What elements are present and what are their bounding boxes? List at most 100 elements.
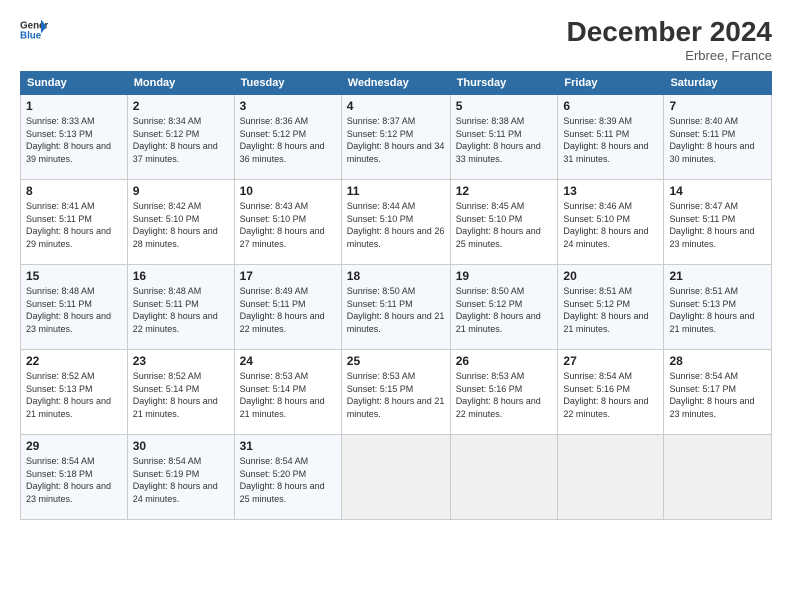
table-row: 9 Sunrise: 8:42 AMSunset: 5:10 PMDayligh… bbox=[127, 180, 234, 265]
day-detail: Sunrise: 8:48 AMSunset: 5:11 PMDaylight:… bbox=[26, 286, 111, 334]
day-detail: Sunrise: 8:54 AMSunset: 5:16 PMDaylight:… bbox=[563, 371, 648, 419]
day-detail: Sunrise: 8:52 AMSunset: 5:13 PMDaylight:… bbox=[26, 371, 111, 419]
day-number: 3 bbox=[240, 99, 336, 113]
day-detail: Sunrise: 8:46 AMSunset: 5:10 PMDaylight:… bbox=[563, 201, 648, 249]
col-saturday: Saturday bbox=[664, 72, 772, 95]
day-number: 26 bbox=[456, 354, 553, 368]
day-detail: Sunrise: 8:53 AMSunset: 5:14 PMDaylight:… bbox=[240, 371, 325, 419]
table-row: 31 Sunrise: 8:54 AMSunset: 5:20 PMDaylig… bbox=[234, 435, 341, 520]
table-row: 21 Sunrise: 8:51 AMSunset: 5:13 PMDaylig… bbox=[664, 265, 772, 350]
svg-text:Blue: Blue bbox=[20, 30, 42, 41]
table-row: 28 Sunrise: 8:54 AMSunset: 5:17 PMDaylig… bbox=[664, 350, 772, 435]
day-number: 18 bbox=[347, 269, 445, 283]
day-number: 27 bbox=[563, 354, 658, 368]
day-detail: Sunrise: 8:47 AMSunset: 5:11 PMDaylight:… bbox=[669, 201, 754, 249]
day-detail: Sunrise: 8:53 AMSunset: 5:16 PMDaylight:… bbox=[456, 371, 541, 419]
day-detail: Sunrise: 8:54 AMSunset: 5:19 PMDaylight:… bbox=[133, 456, 218, 504]
col-wednesday: Wednesday bbox=[341, 72, 450, 95]
day-number: 29 bbox=[26, 439, 122, 453]
day-detail: Sunrise: 8:37 AMSunset: 5:12 PMDaylight:… bbox=[347, 116, 445, 164]
day-detail: Sunrise: 8:45 AMSunset: 5:10 PMDaylight:… bbox=[456, 201, 541, 249]
day-number: 7 bbox=[669, 99, 766, 113]
calendar-week-row: 1 Sunrise: 8:33 AMSunset: 5:13 PMDayligh… bbox=[21, 95, 772, 180]
table-row: 10 Sunrise: 8:43 AMSunset: 5:10 PMDaylig… bbox=[234, 180, 341, 265]
day-detail: Sunrise: 8:54 AMSunset: 5:17 PMDaylight:… bbox=[669, 371, 754, 419]
day-number: 6 bbox=[563, 99, 658, 113]
table-row: 5 Sunrise: 8:38 AMSunset: 5:11 PMDayligh… bbox=[450, 95, 558, 180]
table-row: 19 Sunrise: 8:50 AMSunset: 5:12 PMDaylig… bbox=[450, 265, 558, 350]
table-row: 7 Sunrise: 8:40 AMSunset: 5:11 PMDayligh… bbox=[664, 95, 772, 180]
day-number: 1 bbox=[26, 99, 122, 113]
table-row: 14 Sunrise: 8:47 AMSunset: 5:11 PMDaylig… bbox=[664, 180, 772, 265]
day-detail: Sunrise: 8:54 AMSunset: 5:18 PMDaylight:… bbox=[26, 456, 111, 504]
table-row: 4 Sunrise: 8:37 AMSunset: 5:12 PMDayligh… bbox=[341, 95, 450, 180]
calendar-week-row: 8 Sunrise: 8:41 AMSunset: 5:11 PMDayligh… bbox=[21, 180, 772, 265]
table-row: 6 Sunrise: 8:39 AMSunset: 5:11 PMDayligh… bbox=[558, 95, 664, 180]
table-row bbox=[450, 435, 558, 520]
table-row: 25 Sunrise: 8:53 AMSunset: 5:15 PMDaylig… bbox=[341, 350, 450, 435]
day-number: 16 bbox=[133, 269, 229, 283]
table-row bbox=[558, 435, 664, 520]
col-monday: Monday bbox=[127, 72, 234, 95]
day-detail: Sunrise: 8:50 AMSunset: 5:11 PMDaylight:… bbox=[347, 286, 445, 334]
day-detail: Sunrise: 8:41 AMSunset: 5:11 PMDaylight:… bbox=[26, 201, 111, 249]
table-row: 2 Sunrise: 8:34 AMSunset: 5:12 PMDayligh… bbox=[127, 95, 234, 180]
day-detail: Sunrise: 8:39 AMSunset: 5:11 PMDaylight:… bbox=[563, 116, 648, 164]
day-detail: Sunrise: 8:53 AMSunset: 5:15 PMDaylight:… bbox=[347, 371, 445, 419]
col-tuesday: Tuesday bbox=[234, 72, 341, 95]
day-number: 19 bbox=[456, 269, 553, 283]
day-number: 21 bbox=[669, 269, 766, 283]
table-row: 29 Sunrise: 8:54 AMSunset: 5:18 PMDaylig… bbox=[21, 435, 128, 520]
table-row: 22 Sunrise: 8:52 AMSunset: 5:13 PMDaylig… bbox=[21, 350, 128, 435]
day-number: 15 bbox=[26, 269, 122, 283]
day-number: 17 bbox=[240, 269, 336, 283]
day-number: 11 bbox=[347, 184, 445, 198]
day-number: 10 bbox=[240, 184, 336, 198]
day-number: 28 bbox=[669, 354, 766, 368]
day-detail: Sunrise: 8:40 AMSunset: 5:11 PMDaylight:… bbox=[669, 116, 754, 164]
calendar-table: Sunday Monday Tuesday Wednesday Thursday… bbox=[20, 71, 772, 520]
day-number: 22 bbox=[26, 354, 122, 368]
day-number: 8 bbox=[26, 184, 122, 198]
page: General Blue December 2024 Erbree, Franc… bbox=[0, 0, 792, 612]
day-detail: Sunrise: 8:49 AMSunset: 5:11 PMDaylight:… bbox=[240, 286, 325, 334]
calendar-header-row: Sunday Monday Tuesday Wednesday Thursday… bbox=[21, 72, 772, 95]
table-row: 30 Sunrise: 8:54 AMSunset: 5:19 PMDaylig… bbox=[127, 435, 234, 520]
calendar-week-row: 22 Sunrise: 8:52 AMSunset: 5:13 PMDaylig… bbox=[21, 350, 772, 435]
day-number: 13 bbox=[563, 184, 658, 198]
table-row: 26 Sunrise: 8:53 AMSunset: 5:16 PMDaylig… bbox=[450, 350, 558, 435]
table-row: 8 Sunrise: 8:41 AMSunset: 5:11 PMDayligh… bbox=[21, 180, 128, 265]
day-number: 4 bbox=[347, 99, 445, 113]
calendar-week-row: 15 Sunrise: 8:48 AMSunset: 5:11 PMDaylig… bbox=[21, 265, 772, 350]
table-row: 27 Sunrise: 8:54 AMSunset: 5:16 PMDaylig… bbox=[558, 350, 664, 435]
calendar-week-row: 29 Sunrise: 8:54 AMSunset: 5:18 PMDaylig… bbox=[21, 435, 772, 520]
table-row: 3 Sunrise: 8:36 AMSunset: 5:12 PMDayligh… bbox=[234, 95, 341, 180]
day-detail: Sunrise: 8:42 AMSunset: 5:10 PMDaylight:… bbox=[133, 201, 218, 249]
table-row: 1 Sunrise: 8:33 AMSunset: 5:13 PMDayligh… bbox=[21, 95, 128, 180]
day-detail: Sunrise: 8:44 AMSunset: 5:10 PMDaylight:… bbox=[347, 201, 445, 249]
day-number: 20 bbox=[563, 269, 658, 283]
table-row: 17 Sunrise: 8:49 AMSunset: 5:11 PMDaylig… bbox=[234, 265, 341, 350]
table-row: 16 Sunrise: 8:48 AMSunset: 5:11 PMDaylig… bbox=[127, 265, 234, 350]
day-number: 31 bbox=[240, 439, 336, 453]
col-friday: Friday bbox=[558, 72, 664, 95]
day-detail: Sunrise: 8:36 AMSunset: 5:12 PMDaylight:… bbox=[240, 116, 325, 164]
logo: General Blue bbox=[20, 16, 48, 44]
table-row: 13 Sunrise: 8:46 AMSunset: 5:10 PMDaylig… bbox=[558, 180, 664, 265]
table-row: 23 Sunrise: 8:52 AMSunset: 5:14 PMDaylig… bbox=[127, 350, 234, 435]
day-number: 5 bbox=[456, 99, 553, 113]
day-detail: Sunrise: 8:34 AMSunset: 5:12 PMDaylight:… bbox=[133, 116, 218, 164]
table-row: 24 Sunrise: 8:53 AMSunset: 5:14 PMDaylig… bbox=[234, 350, 341, 435]
day-number: 23 bbox=[133, 354, 229, 368]
table-row: 18 Sunrise: 8:50 AMSunset: 5:11 PMDaylig… bbox=[341, 265, 450, 350]
day-detail: Sunrise: 8:33 AMSunset: 5:13 PMDaylight:… bbox=[26, 116, 111, 164]
day-number: 14 bbox=[669, 184, 766, 198]
col-thursday: Thursday bbox=[450, 72, 558, 95]
month-title: December 2024 bbox=[567, 16, 772, 48]
table-row: 15 Sunrise: 8:48 AMSunset: 5:11 PMDaylig… bbox=[21, 265, 128, 350]
day-detail: Sunrise: 8:54 AMSunset: 5:20 PMDaylight:… bbox=[240, 456, 325, 504]
day-detail: Sunrise: 8:51 AMSunset: 5:13 PMDaylight:… bbox=[669, 286, 754, 334]
day-detail: Sunrise: 8:50 AMSunset: 5:12 PMDaylight:… bbox=[456, 286, 541, 334]
col-sunday: Sunday bbox=[21, 72, 128, 95]
day-detail: Sunrise: 8:38 AMSunset: 5:11 PMDaylight:… bbox=[456, 116, 541, 164]
